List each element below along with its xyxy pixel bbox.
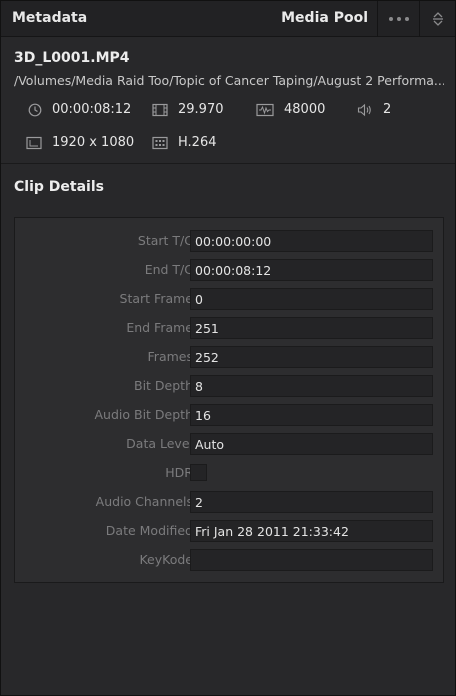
field-label: HDR [165, 465, 193, 480]
film-strip-icon [152, 103, 168, 116]
end-tc-field[interactable]: 00:00:08:12 [190, 259, 433, 281]
fps-info: 29.970 [152, 102, 224, 117]
speaker-icon [357, 103, 371, 116]
field-label: Start T/C [137, 233, 193, 248]
field-row-data-level: Data Level Auto [15, 433, 443, 455]
hdr-checkbox[interactable] [190, 464, 207, 481]
clock-icon [28, 103, 42, 116]
resolution-icon [26, 136, 42, 149]
field-row-audio-bit-depth: Audio Bit Depth 16 [15, 404, 443, 426]
audio-channels-info: 2 [357, 102, 391, 117]
codec-info: H.264 [152, 135, 217, 150]
clip-file-path: /Volumes/Media Raid Too/Topic of Cancer … [14, 73, 444, 88]
media-pool-button[interactable]: Media Pool [281, 10, 368, 26]
field-label: End Frame [126, 320, 193, 335]
field-row-date-modified: Date Modified Fri Jan 28 2011 21:33:42 [15, 520, 443, 542]
field-label: Date Modified [105, 523, 193, 538]
duration-info: 00:00:08:12 [28, 102, 131, 117]
metadata-panel: Metadata Media Pool 3D_L0001.MP4 /Volume… [0, 0, 456, 696]
audio-channels-field[interactable]: 2 [190, 491, 433, 513]
keykode-field[interactable] [190, 549, 433, 571]
field-row-end-tc: End T/C 00:00:08:12 [15, 259, 443, 281]
frames-field[interactable]: 252 [190, 346, 433, 368]
clip-details-form: Start T/C 00:00:00:00 End T/C 00:00:08:1… [14, 217, 444, 583]
field-label: KeyKode [139, 552, 193, 567]
codec-icon [152, 136, 168, 149]
field-row-bit-depth: Bit Depth 8 [15, 375, 443, 397]
field-row-start-tc: Start T/C 00:00:00:00 [15, 230, 443, 252]
more-options-button[interactable] [378, 1, 419, 37]
panel-title: Metadata [12, 10, 88, 26]
resolution-info: 1920 x 1080 [26, 135, 134, 150]
field-row-end-frame: End Frame 251 [15, 317, 443, 339]
field-label: Start Frame [119, 291, 193, 306]
field-label: Data Level [126, 436, 193, 451]
bit-depth-field[interactable]: 8 [190, 375, 433, 397]
codec-value: H.264 [178, 135, 217, 150]
clip-details-title: Clip Details [14, 179, 104, 195]
date-modified-field[interactable]: Fri Jan 28 2011 21:33:42 [190, 520, 433, 542]
expand-collapse-icon [433, 12, 443, 26]
audio-rate-info: 48000 [256, 102, 325, 117]
field-label: End T/C [144, 262, 193, 277]
field-label: Audio Bit Depth [94, 407, 194, 422]
field-row-keykode: KeyKode [15, 549, 443, 571]
waveform-icon [256, 103, 274, 116]
data-level-field[interactable]: Auto [190, 433, 433, 455]
audio-bit-depth-field[interactable]: 16 [190, 404, 433, 426]
audio-channels-value: 2 [383, 102, 392, 117]
start-frame-field[interactable]: 0 [190, 288, 433, 310]
field-label: Audio Channels [95, 494, 193, 509]
start-tc-field[interactable]: 00:00:00:00 [190, 230, 433, 252]
field-row-hdr: HDR [15, 462, 443, 484]
field-row-audio-channels: Audio Channels 2 [15, 491, 443, 513]
fps-value: 29.970 [178, 102, 224, 117]
panel-header: Metadata Media Pool [1, 1, 455, 37]
end-frame-field[interactable]: 251 [190, 317, 433, 339]
duration-value: 00:00:08:12 [52, 102, 132, 117]
field-row-start-frame: Start Frame 0 [15, 288, 443, 310]
field-label: Bit Depth [134, 378, 193, 393]
more-dots-icon [388, 17, 393, 21]
expand-collapse-button[interactable] [420, 1, 456, 37]
field-label: Frames [147, 349, 193, 364]
clip-file-name: 3D_L0001.MP4 [14, 50, 130, 66]
audio-rate-value: 48000 [284, 102, 326, 117]
section-divider [1, 163, 455, 164]
resolution-value: 1920 x 1080 [52, 135, 135, 150]
field-row-frames: Frames 252 [15, 346, 443, 368]
